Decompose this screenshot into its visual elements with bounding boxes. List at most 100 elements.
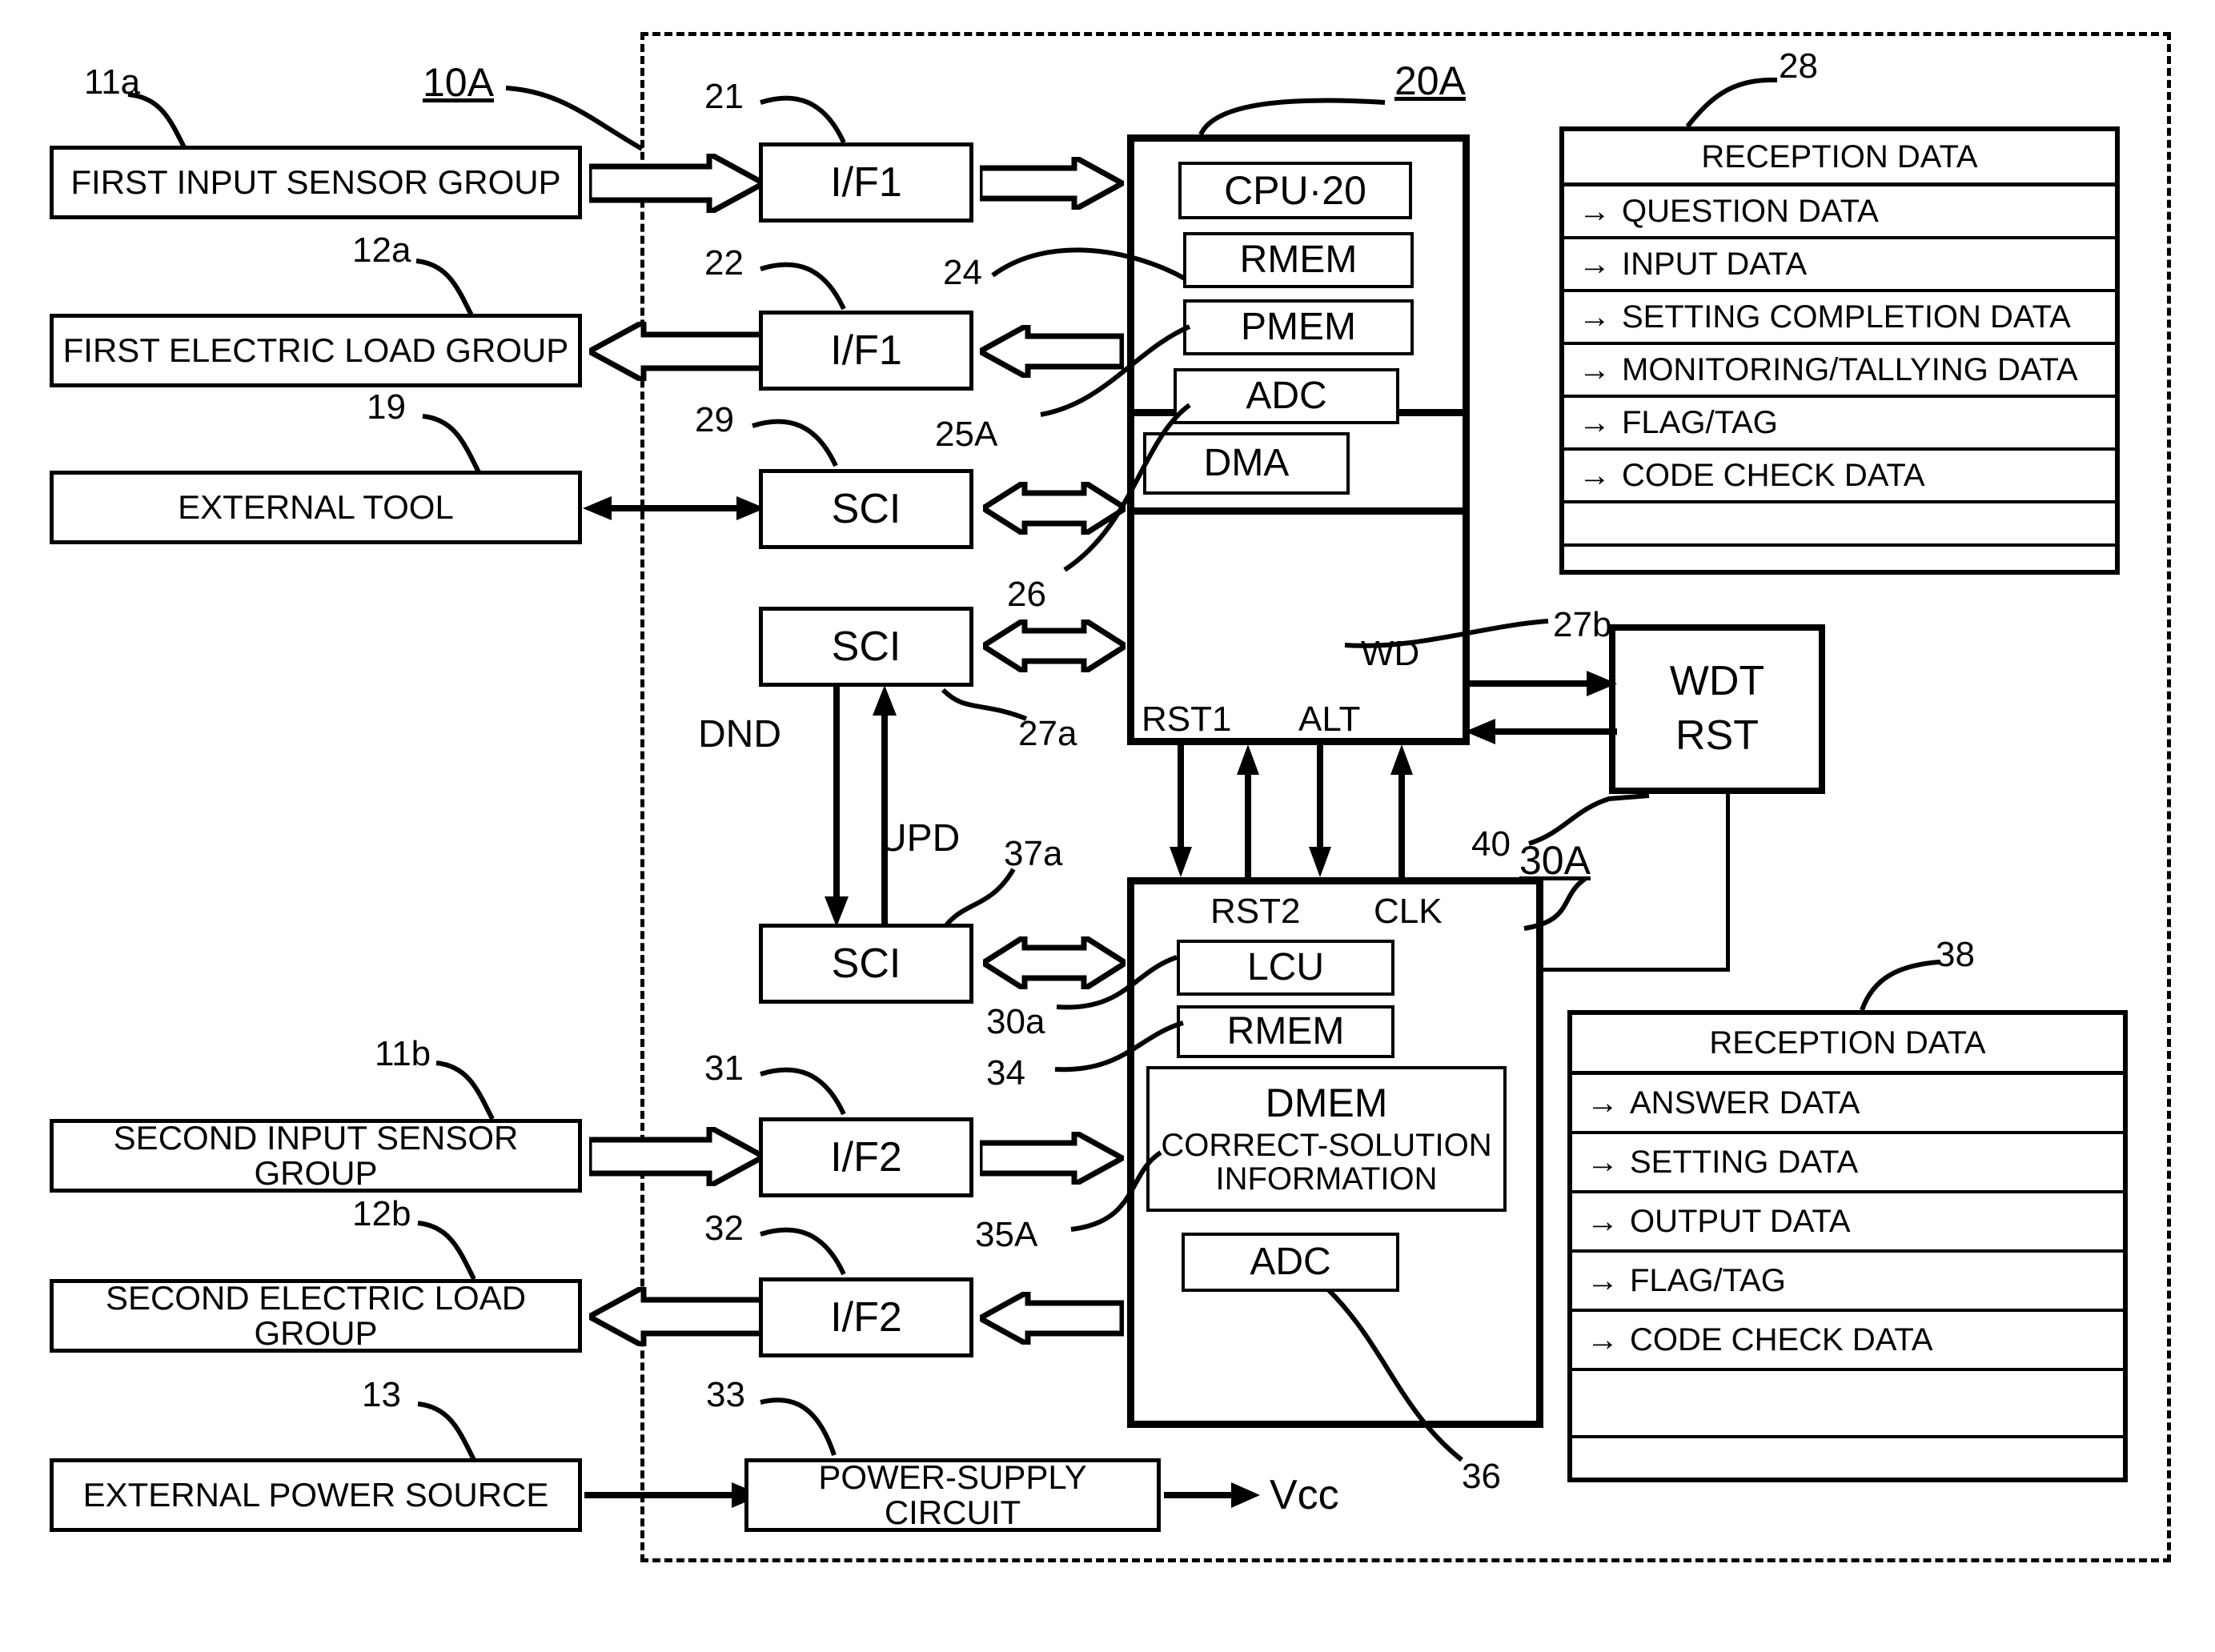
pin-alt: ALT <box>1298 700 1361 739</box>
block-sci-external-tool: SCI <box>759 469 973 549</box>
row-label: FLAG/TAG <box>1630 1262 1786 1298</box>
wdt-to-sub-vertical <box>1726 794 1730 972</box>
module-label: CPU·20 <box>1224 167 1366 213</box>
table-row: → CODE CHECK DATA <box>1564 451 2115 503</box>
row-label: CODE CHECK DATA <box>1622 457 1925 493</box>
module-rmem-main: RMEM <box>1183 232 1414 288</box>
table-row: → FLAG/TAG <box>1564 398 2115 451</box>
row-label: ANSWER DATA <box>1630 1085 1860 1121</box>
arrow-icon: → <box>1579 194 1611 229</box>
main-unit-bottom-wall <box>1127 507 1470 515</box>
row-label: FLAG/TAG <box>1622 404 1778 440</box>
table-reception-data-main: RECEPTION DATA → QUESTION DATA → INPUT D… <box>1559 126 2120 575</box>
arrow-clk-up <box>1388 744 1415 877</box>
patent-figure-canvas: FIRST INPUT SENSOR GROUP 11a FIRST ELECT… <box>0 0 2215 1652</box>
arrow-rst1-down <box>1167 744 1194 877</box>
arrow-icon: → <box>1579 247 1611 282</box>
ref-19: 19 <box>367 387 406 427</box>
arrow-power-to-psu <box>584 1482 762 1508</box>
arrow-sci37a-bidir <box>983 936 1126 989</box>
ref-29: 29 <box>695 400 734 439</box>
table-row: → QUESTION DATA <box>1564 186 2115 239</box>
block-second-input-sensor-group: SECOND INPUT SENSOR GROUP <box>50 1119 582 1193</box>
block-if1-input: I/F1 <box>759 142 973 223</box>
block-label: I/F1 <box>830 327 902 374</box>
block-label: EXTERNAL TOOL <box>178 487 454 526</box>
ref-26: 26 <box>1007 575 1046 614</box>
ref-21: 21 <box>704 77 744 116</box>
block-label: SECOND ELECTRIC LOAD GROUP <box>105 1278 527 1352</box>
arrow-sci27a-bidir <box>983 620 1126 672</box>
pin-rst1: RST1 <box>1142 700 1232 739</box>
arrow-tool-to-sci <box>583 495 765 522</box>
module-dmem: DMEM CORRECT-SOLUTION INFORMATION <box>1146 1066 1507 1212</box>
wdt-label-line2: RST <box>1675 712 1759 759</box>
label-vcc: Vcc <box>1270 1472 1339 1518</box>
module-label: ADC <box>1250 1240 1331 1283</box>
arrow-icon: → <box>1579 458 1611 493</box>
arrow-icon: → <box>1587 1263 1619 1298</box>
ref-20A: 20A <box>1394 58 1466 103</box>
block-sci-sub-comm: SCI <box>759 924 973 1004</box>
arrow-icon: → <box>1587 1085 1619 1121</box>
main-unit-right-wall-ext <box>1463 410 1470 514</box>
module-adc-main: ADC <box>1174 368 1399 424</box>
table-row: → OUTPUT DATA <box>1572 1193 2123 1253</box>
wdt-label-line1: WDT <box>1669 658 1765 705</box>
pin-wd: WD <box>1361 634 1420 673</box>
ref-40: 40 <box>1471 824 1511 864</box>
main-unit-left-wall-ext <box>1127 410 1134 514</box>
block-label: I/F1 <box>830 158 902 206</box>
arrow-icon: → <box>1579 352 1611 387</box>
arrow-if1-to-cpu <box>980 157 1124 210</box>
leader-11b <box>435 1057 532 1129</box>
arrow-if2-to-sub <box>980 1132 1124 1185</box>
arrow-wd-to-wdt <box>1465 671 1617 696</box>
arrow-icon: → <box>1587 1204 1619 1239</box>
block-label: SCI <box>831 485 901 532</box>
row-label: INPUT DATA <box>1622 246 1808 282</box>
table-row: → FLAG/TAG <box>1572 1253 2123 1312</box>
block-sci-main-comm: SCI <box>759 607 973 687</box>
table-row-blank <box>1572 1371 2123 1438</box>
ref-12a: 12a <box>352 231 411 270</box>
module-rmem-sub: RMEM <box>1177 1005 1394 1058</box>
ref-28: 28 <box>1779 46 1818 86</box>
ref-38: 38 <box>1936 935 1975 974</box>
arrow-sensor-to-if1 <box>589 154 765 213</box>
table-row: → SETTING COMPLETION DATA <box>1564 292 2115 345</box>
ref-11b: 11b <box>375 1034 431 1073</box>
block-if1-output: I/F1 <box>759 311 973 391</box>
arrow-wdt-to-main <box>1465 719 1617 744</box>
ref-36: 36 <box>1462 1457 1501 1496</box>
ref-11a: 11a <box>84 62 141 102</box>
block-label: FIRST ELECTRIC LOAD GROUP <box>62 331 569 369</box>
arrow-icon: → <box>1587 1322 1619 1357</box>
ref-30a: 30a <box>986 1002 1045 1041</box>
module-pmem: PMEM <box>1183 299 1414 355</box>
module-adc-sub: ADC <box>1182 1233 1399 1292</box>
arrow-rst2-up <box>1234 744 1262 877</box>
table-row: → SETTING DATA <box>1572 1134 2123 1193</box>
arrow-sci29-bidir <box>983 482 1126 535</box>
module-label: ADC <box>1246 374 1327 417</box>
arrow-sub-to-if2out <box>980 1292 1124 1345</box>
dmem-sub-line1: CORRECT-SOLUTION <box>1161 1128 1492 1164</box>
module-lcu: LCU <box>1177 940 1394 996</box>
row-label: SETTING DATA <box>1630 1144 1859 1180</box>
ref-30A: 30A <box>1519 838 1591 883</box>
ref-25A: 25A <box>935 415 998 454</box>
module-label: DMA <box>1203 441 1290 484</box>
arrow-sensor2-to-if2 <box>589 1127 765 1186</box>
block-label: EXTERNAL POWER SOURCE <box>82 1475 549 1514</box>
block-second-electric-load-group: SECOND ELECTRIC LOAD GROUP <box>50 1279 582 1353</box>
table-row-blank <box>1572 1438 2123 1478</box>
module-cpu: CPU·20 <box>1178 162 1412 219</box>
ref-10A: 10A <box>423 60 494 105</box>
ref-27b: 27b <box>1553 605 1612 644</box>
arrow-dnd-down <box>823 685 850 927</box>
block-label: I/F2 <box>830 1133 902 1181</box>
arrow-icon: → <box>1587 1145 1619 1180</box>
row-label: CODE CHECK DATA <box>1630 1321 1933 1357</box>
module-label: LCU <box>1246 945 1325 988</box>
